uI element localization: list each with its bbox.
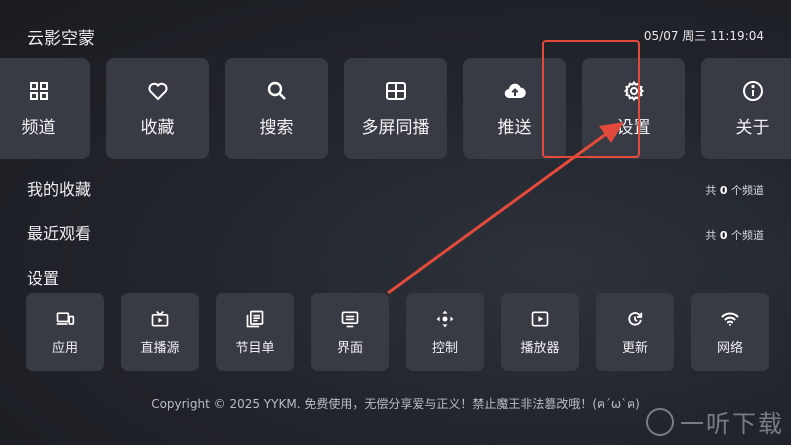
watermark-logo-icon [646,407,674,436]
annotation-arrow [387,122,624,295]
watermark-text: 一听下载 [680,410,784,438]
watermark: 一听下载 [646,404,784,439]
